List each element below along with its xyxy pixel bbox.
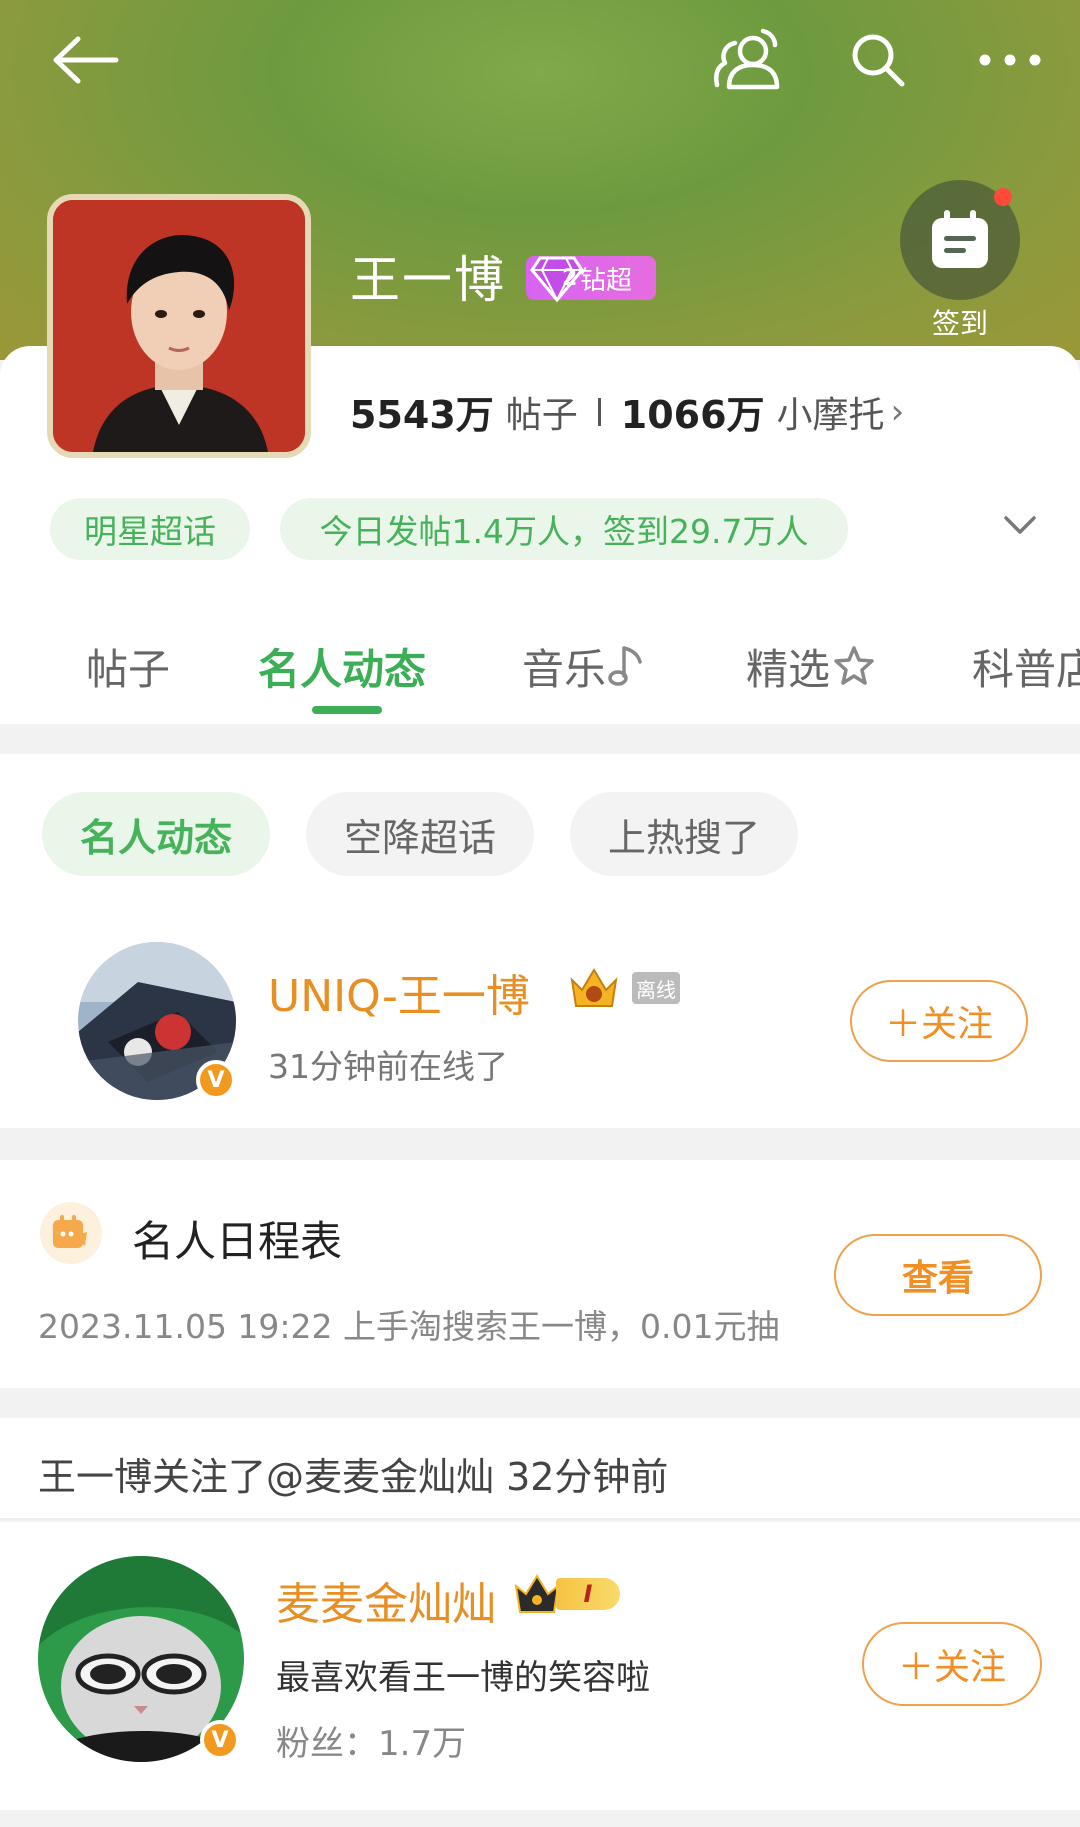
verified-badge: V bbox=[200, 1720, 240, 1760]
category-tag[interactable]: 明星超话 bbox=[50, 498, 250, 560]
tab-music[interactable]: 音乐 bbox=[522, 628, 648, 704]
level-value: I bbox=[556, 1578, 620, 1610]
tab-label: 科普店 bbox=[972, 644, 1080, 694]
tab-label: 名人动态 bbox=[258, 644, 427, 694]
page-title: 王一博 bbox=[350, 251, 506, 309]
follow-event-text: 王一博关注了@麦麦金灿灿 32分钟前 bbox=[38, 1455, 669, 1499]
star-bag-icon bbox=[834, 646, 874, 685]
tab-posts[interactable]: 帖子 bbox=[86, 628, 170, 704]
tab-label: 精选 bbox=[746, 644, 831, 694]
notification-dot bbox=[994, 188, 1012, 206]
schedule-title: 名人日程表 bbox=[132, 1217, 343, 1266]
topic-avatar[interactable] bbox=[47, 194, 311, 458]
follow-button[interactable]: ＋关注 bbox=[862, 1622, 1042, 1706]
schedule-detail: 2023.11.05 19:22 上手淘搜索王一博，0.01元抽 bbox=[38, 1307, 780, 1346]
filter-trending[interactable]: 上热搜了 bbox=[570, 792, 798, 876]
bottom-divider bbox=[0, 1810, 1080, 1827]
view-button[interactable]: 查看 bbox=[834, 1234, 1042, 1316]
music-note-icon bbox=[608, 646, 642, 686]
top-bar bbox=[0, 0, 1080, 120]
super-topic-badge: 2 钻超 bbox=[526, 256, 656, 303]
badge-text: 钻超 bbox=[580, 265, 633, 296]
chevron-down-icon[interactable] bbox=[1000, 506, 1040, 546]
active-tab-indicator bbox=[312, 706, 382, 714]
schedule-icon bbox=[40, 1202, 102, 1264]
back-arrow-icon[interactable] bbox=[45, 20, 125, 100]
status-tag: 离线 bbox=[632, 972, 680, 1004]
crown-icon bbox=[514, 1574, 560, 1613]
tab-science[interactable]: 科普店 bbox=[972, 628, 1080, 704]
tab-label: 帖子 bbox=[86, 644, 171, 694]
verified-badge: V bbox=[196, 1060, 236, 1100]
activity-tag[interactable]: 今日发帖1.4万人，签到29.7万人 bbox=[280, 498, 848, 560]
posts-count: 5543万 bbox=[350, 393, 494, 437]
posts-label: 帖子 bbox=[505, 394, 578, 436]
fans-label[interactable]: 小摩托 bbox=[777, 386, 885, 438]
tab-celebrity-updates[interactable]: 名人动态 bbox=[258, 628, 426, 704]
checkin-button[interactable] bbox=[900, 180, 1020, 300]
search-icon[interactable] bbox=[838, 20, 918, 100]
crown-icon bbox=[570, 968, 618, 1007]
filter-airdrop-topic[interactable]: 空降超话 bbox=[306, 792, 534, 876]
followed-user-bio: 最喜欢看王一博的笑容啦 bbox=[276, 1658, 650, 1698]
tab-bar: 帖子 名人动态 音乐 精选 科普店 bbox=[0, 628, 1080, 724]
stats-divider bbox=[597, 397, 601, 426]
follow-button[interactable]: ＋关注 bbox=[850, 980, 1028, 1062]
topic-stats: 5543万 帖子 1066万 小摩托 › bbox=[350, 384, 904, 439]
tab-featured[interactable]: 精选 bbox=[746, 628, 878, 704]
group-chat-icon[interactable] bbox=[708, 20, 788, 100]
user-name[interactable]: UNIQ-王一博 bbox=[268, 960, 530, 1024]
online-status-text: 31分钟前在线了 bbox=[268, 1047, 508, 1086]
filter-celebrity-updates[interactable]: 名人动态 bbox=[42, 792, 270, 876]
checkin-label: 签到 bbox=[931, 307, 988, 340]
user-level-badge: I bbox=[512, 1572, 628, 1616]
tab-label: 音乐 bbox=[522, 644, 607, 694]
fans-count: 1066万 bbox=[620, 393, 765, 437]
badge-level: 2 bbox=[562, 266, 578, 291]
more-options-icon[interactable] bbox=[970, 20, 1050, 100]
followed-user-fans: 粉丝：1.7万 bbox=[276, 1724, 467, 1764]
followed-user-name[interactable]: 麦麦金灿灿 bbox=[276, 1568, 496, 1632]
calendar-icon bbox=[932, 210, 988, 268]
chevron-right-icon[interactable]: › bbox=[891, 392, 905, 432]
